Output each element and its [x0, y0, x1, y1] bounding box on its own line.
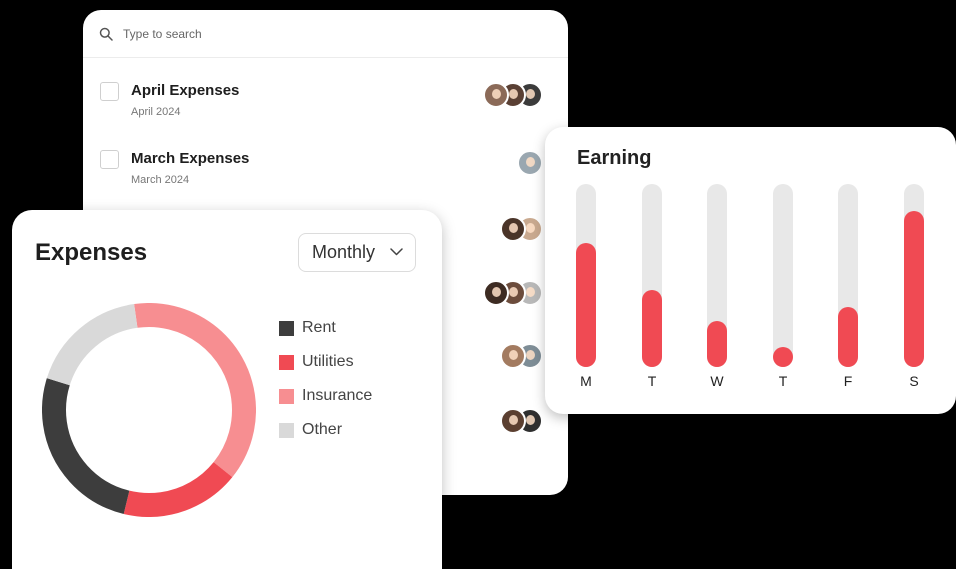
legend-item-utilities: Utilities — [279, 345, 372, 379]
chevron-down-icon — [390, 248, 403, 256]
search-input[interactable] — [123, 26, 423, 41]
row-checkbox[interactable] — [100, 150, 119, 169]
bar-track-mon — [576, 184, 596, 367]
list-item[interactable]: March Expenses March 2024 — [83, 148, 568, 208]
day-label: F — [843, 373, 853, 389]
day-label: T — [778, 373, 788, 389]
row-title: March Expenses — [131, 150, 250, 167]
row-date: March 2024 — [131, 174, 190, 186]
earning-card: Earning M T W T F S — [545, 127, 956, 414]
avatar-group — [483, 280, 543, 306]
day-label: S — [909, 373, 919, 389]
avatar — [517, 150, 543, 176]
bar-fill — [707, 321, 727, 367]
search-icon — [99, 27, 113, 41]
avatar — [500, 408, 526, 434]
earning-title: Earning — [577, 147, 652, 169]
expenses-donut-chart — [42, 303, 256, 517]
bar-track-thu — [773, 184, 793, 367]
bar-fill — [642, 290, 662, 367]
avatar-group — [483, 82, 543, 108]
avatar — [483, 82, 509, 108]
avatar-group — [500, 216, 543, 242]
legend-swatch — [279, 422, 294, 438]
avatar — [483, 280, 509, 306]
row-title: April Expenses — [131, 82, 240, 99]
legend-label: Other — [302, 421, 343, 438]
day-label: M — [580, 373, 592, 389]
legend-swatch — [279, 320, 294, 336]
day-label: W — [710, 373, 724, 389]
legend-swatch — [279, 354, 294, 370]
row-date: April 2024 — [131, 106, 181, 118]
legend-item-insurance: Insurance — [279, 379, 372, 413]
bar-fill — [576, 243, 596, 367]
bar-track-fri — [838, 184, 858, 367]
expenses-card: Expenses Monthly Rent Utilities Insuranc… — [12, 210, 442, 569]
bar-track-wed — [707, 184, 727, 367]
legend-label: Insurance — [302, 387, 373, 404]
expenses-title: Expenses — [35, 239, 148, 266]
period-dropdown[interactable]: Monthly — [298, 233, 416, 272]
legend: Rent Utilities Insurance Other — [279, 311, 372, 447]
legend-item-other: Other — [279, 413, 372, 447]
legend-label: Rent — [302, 319, 336, 336]
day-label: T — [647, 373, 657, 389]
avatar-group — [517, 150, 543, 176]
bar-fill — [773, 347, 793, 367]
bar-fill — [904, 211, 924, 367]
bar-track-sat — [904, 184, 924, 367]
legend-swatch — [279, 388, 294, 404]
period-dropdown-label: Monthly — [312, 242, 376, 262]
bar-track-tue — [642, 184, 662, 367]
search-bar — [83, 10, 568, 58]
avatar — [500, 343, 526, 369]
avatar-group — [500, 408, 543, 434]
row-checkbox[interactable] — [100, 82, 119, 101]
bar-fill — [838, 307, 858, 367]
list-item[interactable]: April Expenses April 2024 — [83, 80, 568, 140]
avatar-group — [500, 343, 543, 369]
legend-item-rent: Rent — [279, 311, 372, 345]
legend-label: Utilities — [302, 353, 354, 370]
avatar — [500, 216, 526, 242]
